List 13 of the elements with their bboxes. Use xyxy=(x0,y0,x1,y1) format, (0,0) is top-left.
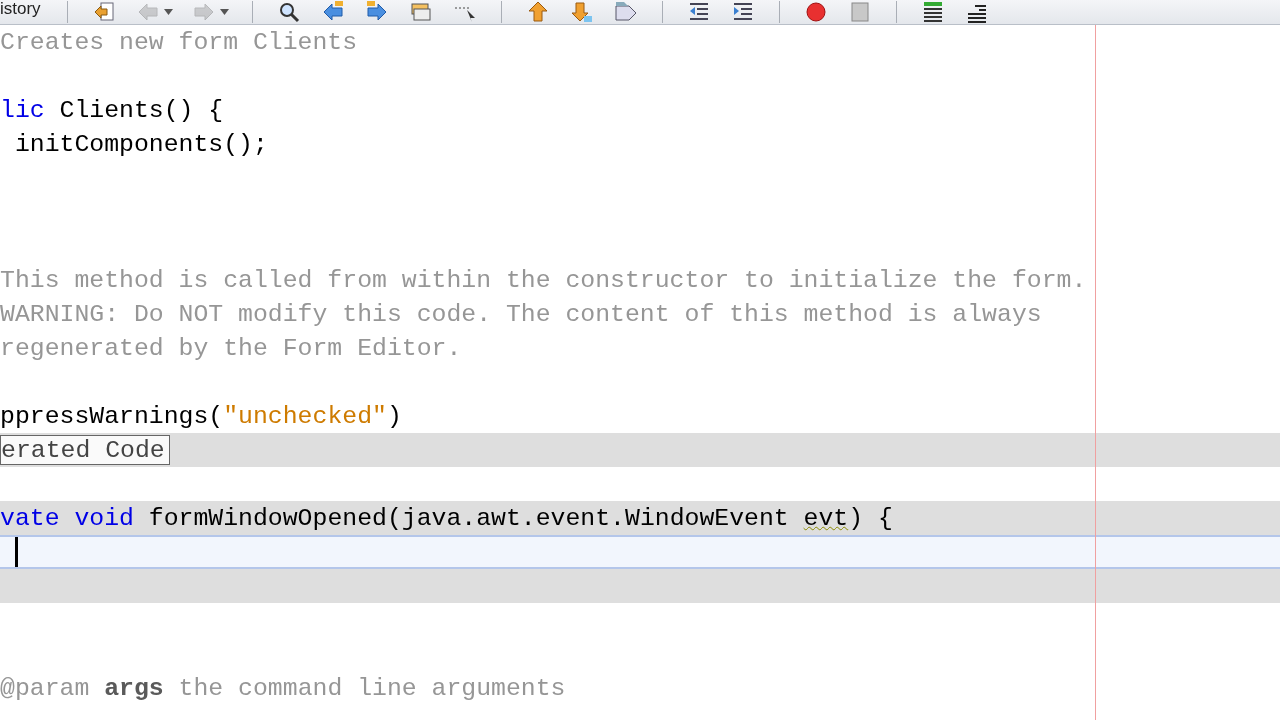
folded-code-label[interactable]: erated Code xyxy=(0,435,170,465)
code-text: @param args the command line arguments xyxy=(0,673,566,704)
tag-icon xyxy=(612,0,639,24)
code-text: WARNING: Do NOT modify this code. The content of this method is always xyxy=(0,299,1042,330)
code-text: ppressWarnings("unchecked") xyxy=(0,401,402,432)
history-tab[interactable]: istory xyxy=(0,0,53,19)
code-text: Creates new form Clients xyxy=(0,27,358,58)
tag-button[interactable] xyxy=(612,0,639,24)
code-text: initComponents(); xyxy=(13,129,268,160)
code-text: vate void formWindowOpened(java.awt.event.WindowEvent evt) { xyxy=(0,503,893,534)
code-text: regenerated by the Form Editor. xyxy=(0,333,462,364)
code-text: This method is called from within the constructor to initialize the form. xyxy=(0,265,1087,296)
code-text: lic Clients() { xyxy=(0,95,224,126)
